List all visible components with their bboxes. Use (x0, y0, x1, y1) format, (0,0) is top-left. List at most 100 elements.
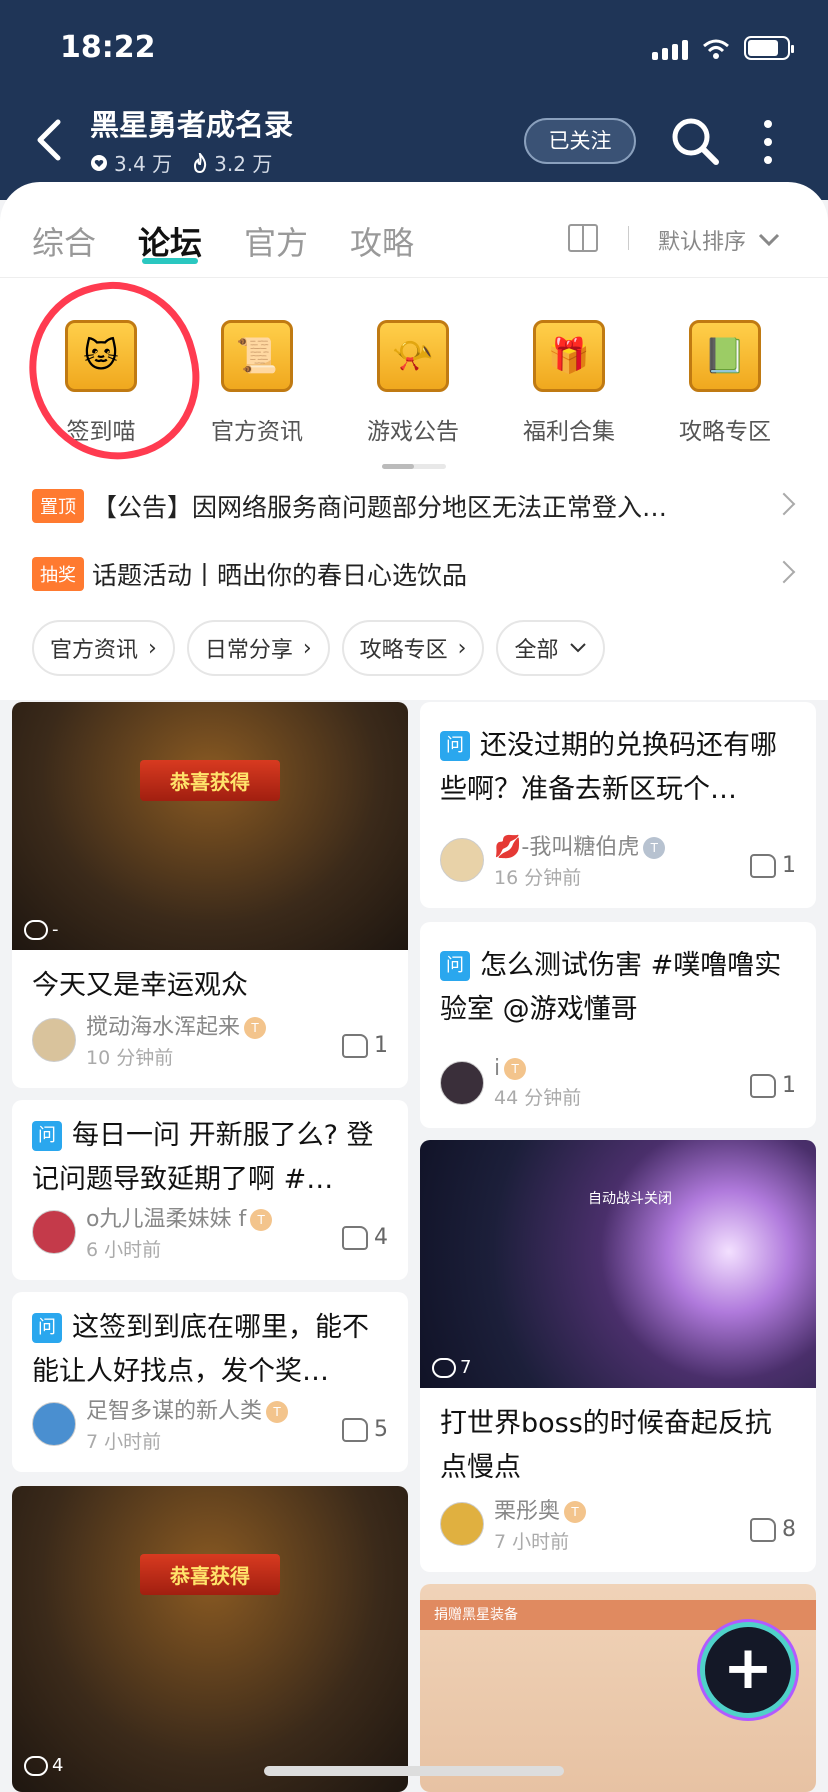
post-card[interactable]: 恭喜获得 - 今天又是幸运观众 搅动海水浑起来 T 10 分钟前 1 (12, 702, 408, 1088)
post-author[interactable]: 搅动海水浑起来 T 10 分钟前 (32, 1009, 267, 1070)
thumbs-up-icon (342, 1417, 368, 1442)
thumbs-up-icon (750, 1517, 776, 1542)
author-name: o九儿温柔妹妹 f (86, 1207, 247, 1232)
flame-icon (194, 152, 207, 173)
level-badge-icon: T (250, 1209, 273, 1231)
post-author[interactable]: 栗彤奥 T 7 小时前 (440, 1493, 587, 1554)
avatar (32, 1017, 76, 1062)
lottery-tag: 抽奖 (32, 557, 84, 591)
image-banner: 恭喜获得 (140, 760, 280, 801)
post-card[interactable]: 自动战斗关闭 7 打世界boss的时候奋起反抗点慢点 栗彤奥 T 7 小时前 8 (420, 1140, 816, 1572)
author-name: 栗彤奥 (494, 1499, 561, 1524)
quick-entry-guides[interactable]: 📗 攻略专区 (650, 320, 800, 446)
chip-all[interactable]: 全部 (496, 620, 605, 676)
like-button[interactable]: 1 (750, 853, 796, 878)
level-badge-icon: T (504, 1058, 527, 1080)
post-title: 问每日一问 开新服了么? 登记问题导致延期了啊 #… (12, 1100, 408, 1202)
avatar (440, 837, 484, 882)
quick-entry-label: 攻略专区 (679, 419, 771, 445)
post-time: 7 小时前 (494, 1531, 570, 1553)
hot-stat: 3.2 万 (192, 148, 272, 177)
comment-bubble-icon (432, 1357, 456, 1378)
follow-button[interactable]: 已关注 (524, 118, 636, 164)
post-author[interactable]: o九儿温柔妹妹 fT 6 小时前 (32, 1201, 273, 1262)
post-author[interactable]: 💋-我叫糖伯虎 T 16 分钟前 (440, 829, 666, 890)
game-stats: 3.4 万 3.2 万 (90, 148, 272, 177)
post-image: 自动战斗关闭 7 (420, 1140, 816, 1388)
level-badge-icon: T (266, 1401, 289, 1423)
avatar (32, 1401, 76, 1446)
post-image: 恭喜获得 4 (12, 1486, 408, 1792)
post-title: 打世界boss的时候奋起反抗点慢点 (440, 1408, 772, 1483)
comment-count-value: 4 (52, 1755, 64, 1776)
chip-daily-share[interactable]: 日常分享 › (186, 620, 330, 676)
post-title: 问还没过期的兑换码还有哪些啊？准备去新区玩个… (420, 702, 816, 812)
quick-entry-label: 福利合集 (523, 419, 615, 445)
chevron-right-icon: › (302, 635, 312, 661)
author-name: 💋-我叫糖伯虎 (494, 835, 640, 860)
like-button[interactable]: 1 (342, 1033, 388, 1058)
quick-entry-welfare[interactable]: 🎁 福利合集 (494, 320, 644, 446)
chip-label: 官方资讯 (50, 638, 139, 663)
tab-guides[interactable]: 攻略 (350, 218, 414, 264)
level-badge-icon: T (643, 837, 666, 859)
like-count: 1 (782, 1073, 796, 1098)
post-author[interactable]: 足智多谋的新人类 T 7 小时前 (32, 1393, 289, 1454)
question-tag: 问 (32, 1121, 62, 1151)
post-card[interactable]: 问这签到到底在哪里，能不能让人好找点，发个奖… 足智多谋的新人类 T 7 小时前 5 (12, 1292, 408, 1472)
sort-dropdown[interactable]: 默认排序 (658, 224, 780, 256)
comment-count: 7 (432, 1357, 471, 1378)
treasure-chest-icon: 🎁 (533, 320, 605, 392)
post-title: 今天又是幸运观众 (32, 970, 248, 1001)
notice-lottery[interactable]: 抽奖 话题活动丨晒出你的春日心选饮品 (32, 554, 796, 594)
comment-bubble-icon (24, 919, 48, 940)
thumbs-up-icon (750, 1073, 776, 1098)
post-author[interactable]: i T 44 分钟前 (440, 1056, 581, 1110)
announcement-icon: 📯 (377, 320, 449, 392)
quick-entry-label: 官方资讯 (211, 419, 303, 445)
chip-label: 全部 (514, 638, 559, 663)
tab-overview[interactable]: 综合 (32, 218, 96, 264)
chip-official-news[interactable]: 官方资讯 › (32, 620, 175, 676)
search-button[interactable] (668, 114, 722, 168)
tab-official[interactable]: 官方 (244, 218, 308, 264)
like-button[interactable]: 8 (750, 1517, 796, 1542)
quick-entry-label: 游戏公告 (367, 419, 459, 445)
like-count: 5 (374, 1417, 388, 1442)
like-button[interactable]: 4 (342, 1225, 388, 1250)
post-image: 恭喜获得 - (12, 702, 408, 950)
notice-text: 【公告】因网络服务商问题部分地区无法正常登入… (92, 493, 668, 522)
home-indicator (264, 1766, 564, 1776)
wifi-icon (703, 39, 729, 59)
back-button[interactable] (30, 118, 70, 162)
like-count: 8 (782, 1517, 796, 1542)
comment-count-value: 7 (460, 1357, 472, 1378)
like-button[interactable]: 5 (342, 1417, 388, 1442)
status-icons (652, 36, 794, 60)
chip-label: 日常分享 (204, 638, 293, 663)
post-card[interactable]: 恭喜获得 4 (12, 1486, 408, 1792)
quick-entry-official-news[interactable]: 📜 官方资讯 (182, 320, 332, 446)
author-name: i (494, 1056, 501, 1081)
battery-level (748, 40, 779, 56)
create-post-button[interactable]: + (700, 1622, 796, 1718)
post-time: 10 分钟前 (86, 1047, 174, 1069)
notice-pinned[interactable]: 置顶 【公告】因网络服务商问题部分地区无法正常登入… (32, 486, 796, 526)
more-button[interactable] (760, 120, 776, 164)
layout-toggle-icon[interactable] (568, 224, 598, 252)
post-card[interactable]: 问每日一问 开新服了么? 登记问题导致延期了啊 #… o九儿温柔妹妹 fT 6 小… (12, 1100, 408, 1280)
chevron-right-icon: › (148, 635, 157, 661)
chip-guides[interactable]: 攻略专区 › (341, 620, 485, 676)
post-time: 16 分钟前 (494, 867, 582, 889)
quick-entry-announcements[interactable]: 📯 游戏公告 (338, 320, 488, 446)
question-tag: 问 (440, 731, 470, 761)
heart-icon (91, 154, 107, 171)
like-button[interactable]: 1 (750, 1073, 796, 1098)
chevron-right-icon: › (457, 635, 467, 661)
post-card[interactable]: 问还没过期的兑换码还有哪些啊？准备去新区玩个… 💋-我叫糖伯虎 T 16 分钟前 1 (420, 702, 816, 908)
signal-icon (652, 40, 688, 60)
post-card[interactable]: 问怎么测试伤害 #噗噜噜实验室 @游戏懂哥 i T 44 分钟前 1 (420, 922, 816, 1128)
chevron-down-icon (569, 643, 586, 653)
avatar (32, 1209, 76, 1254)
pinned-tag: 置顶 (32, 489, 84, 523)
